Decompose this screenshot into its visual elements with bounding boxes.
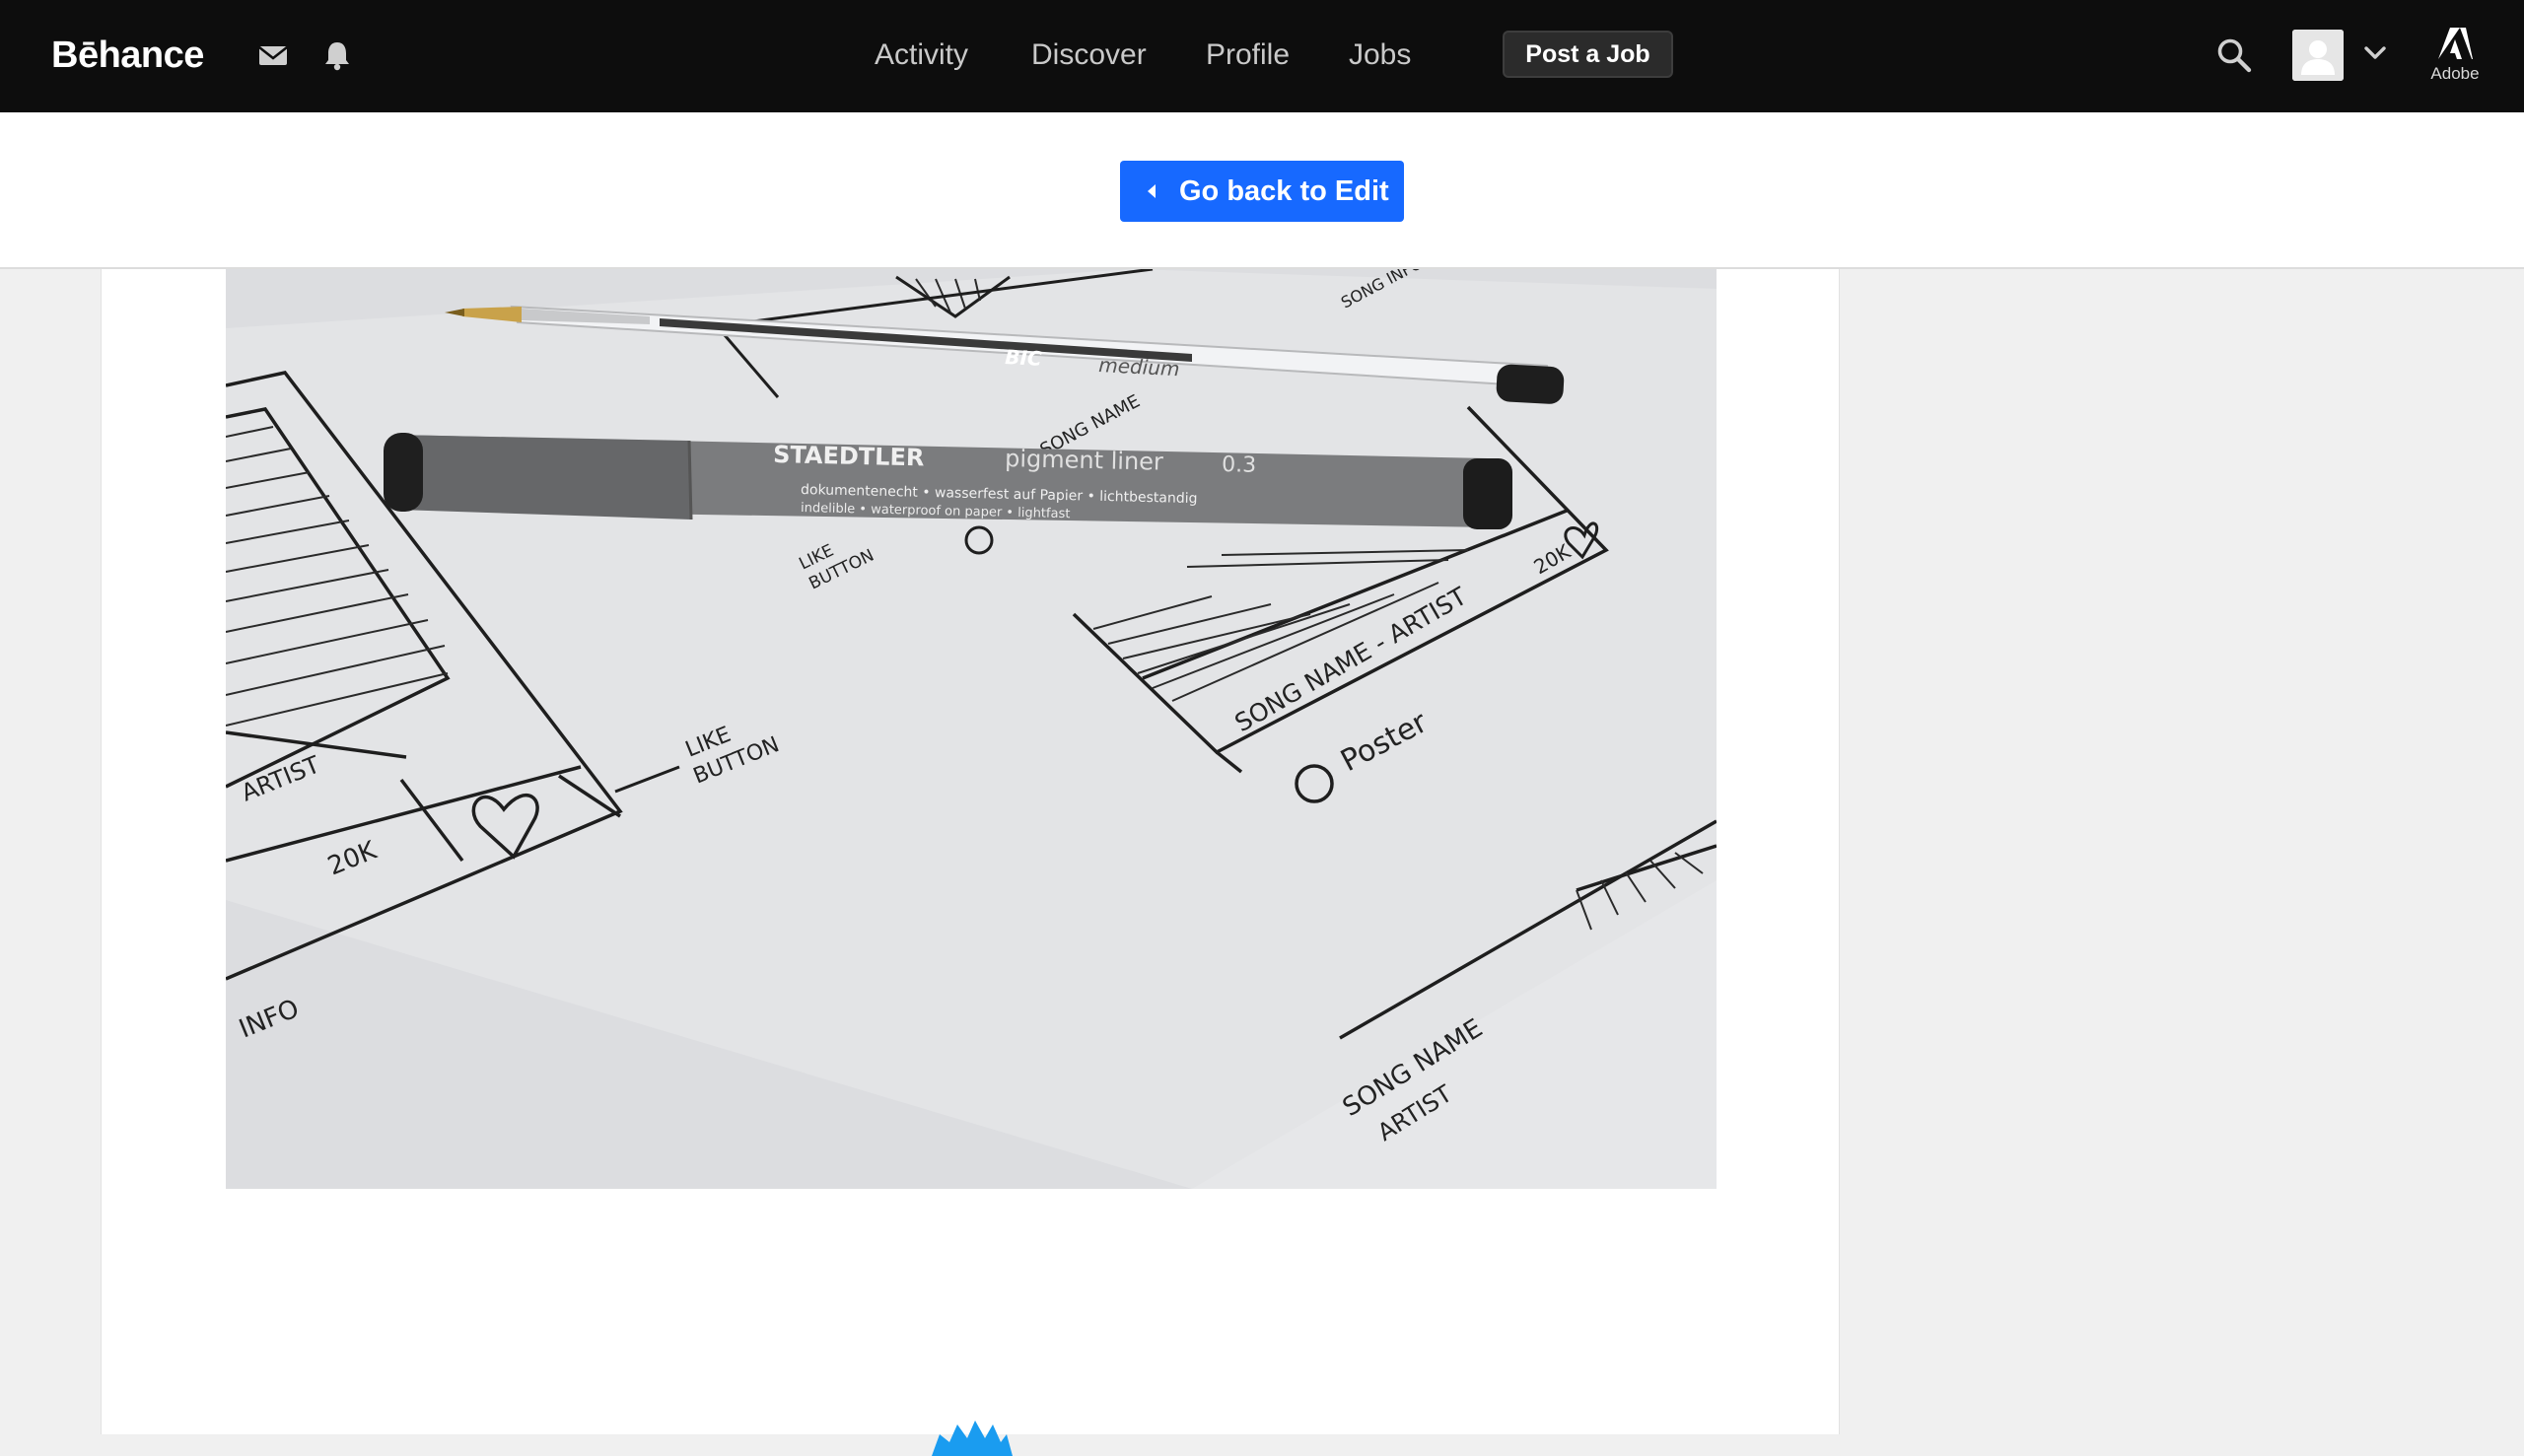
main-nav: Activity Discover Profile Jobs (0, 0, 2524, 112)
chevron-down-icon[interactable] (2361, 39, 2389, 67)
go-back-to-edit-button[interactable]: Go back to Edit (1120, 161, 1404, 222)
default-user-icon (2292, 30, 2344, 81)
svg-text:pigment liner: pigment liner (1005, 445, 1163, 476)
mail-icon[interactable] (255, 37, 291, 73)
nav-discover[interactable]: Discover (1031, 34, 1147, 77)
user-avatar[interactable] (2292, 30, 2344, 81)
svg-text:BIC: BIC (1005, 345, 1043, 371)
nav-profile[interactable]: Profile (1206, 34, 1290, 77)
bell-icon[interactable] (319, 37, 355, 73)
nav-activity[interactable]: Activity (875, 34, 968, 77)
project-content: LIKE BUTTON ARTIST 20K INFO SONG NAME - … (101, 269, 1840, 1456)
adobe-logo-icon (2438, 28, 2473, 59)
adobe-label: Adobe (2430, 64, 2480, 83)
svg-text:medium: medium (1098, 353, 1180, 381)
nav-jobs[interactable]: Jobs (1349, 34, 1411, 77)
behance-logo[interactable]: Bēhance (51, 30, 204, 81)
go-back-to-edit-label: Go back to Edit (1179, 175, 1389, 207)
svg-text:0.3: 0.3 (1222, 452, 1257, 478)
appreciation-badge-icon (928, 1417, 1015, 1456)
edit-preview-banner: Go back to Edit (0, 112, 2524, 269)
adobe-menu[interactable]: Adobe (2418, 26, 2492, 87)
search-icon[interactable] (2214, 35, 2254, 75)
caret-left-icon (1148, 184, 1156, 198)
project-sketch-image: LIKE BUTTON ARTIST 20K INFO SONG NAME - … (226, 269, 1717, 1189)
svg-text:STAEDTLER: STAEDTLER (773, 441, 925, 471)
post-a-job-button[interactable]: Post a Job (1503, 31, 1673, 78)
top-navigation-bar: Bēhance Activity Discover Profile Jobs P… (0, 0, 2524, 112)
